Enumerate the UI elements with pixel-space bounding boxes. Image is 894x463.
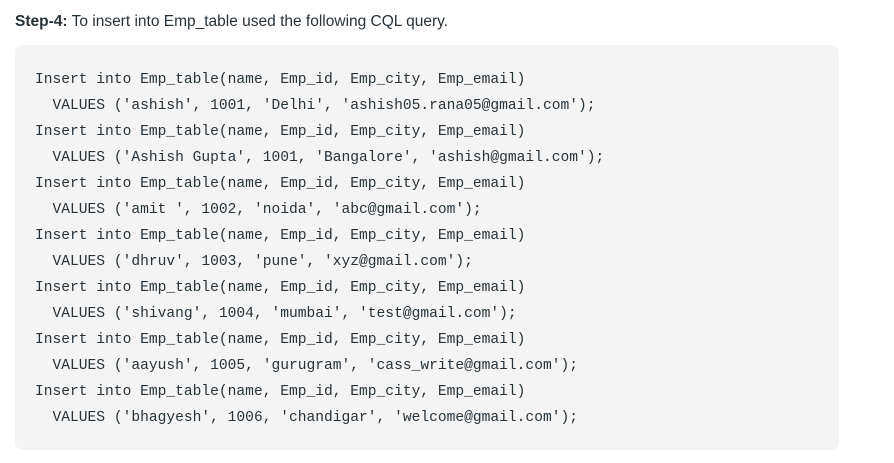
code-line-5: Insert into Emp_table(name, Emp_id, Emp_…: [35, 176, 526, 192]
step-heading: Step-4: To insert into Emp_table used th…: [15, 11, 448, 33]
code-block[interactable]: Insert into Emp_table(name, Emp_id, Emp_…: [15, 45, 839, 450]
code-line-12: VALUES ('aayush', 1005, 'gurugram', 'cas…: [35, 358, 578, 374]
code-line-11: Insert into Emp_table(name, Emp_id, Emp_…: [35, 332, 526, 348]
code-line-6: VALUES ('amit ', 1002, 'noida', 'abc@gma…: [35, 202, 482, 218]
code-line-4: VALUES ('Ashish Gupta', 1001, 'Bangalore…: [35, 150, 605, 166]
code-line-1: Insert into Emp_table(name, Emp_id, Emp_…: [35, 72, 526, 88]
code-line-7: Insert into Emp_table(name, Emp_id, Emp_…: [35, 228, 526, 244]
code-line-8: VALUES ('dhruv', 1003, 'pune', 'xyz@gmai…: [35, 254, 473, 270]
code-line-14: VALUES ('bhagyesh', 1006, 'chandigar', '…: [35, 410, 578, 426]
code-line-13: Insert into Emp_table(name, Emp_id, Emp_…: [35, 384, 526, 400]
code-line-2: VALUES ('ashish', 1001, 'Delhi', 'ashish…: [35, 98, 596, 114]
step-description: To insert into Emp_table used the follow…: [67, 13, 449, 30]
step-label: Step-4:: [15, 13, 68, 30]
code-line-10: VALUES ('shivang', 1004, 'mumbai', 'test…: [35, 306, 517, 322]
code-content: Insert into Emp_table(name, Emp_id, Emp_…: [35, 67, 839, 431]
code-line-9: Insert into Emp_table(name, Emp_id, Emp_…: [35, 280, 526, 296]
code-line-3: Insert into Emp_table(name, Emp_id, Emp_…: [35, 124, 526, 140]
